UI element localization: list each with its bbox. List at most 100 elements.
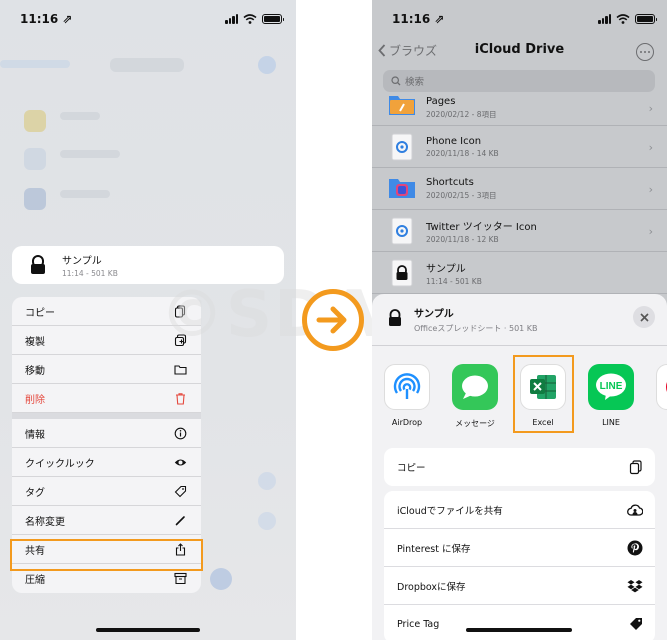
screenshot-frame: 11:16 ⇗ サンプル 11:14 - 501 KB コピー 複製 移動 削除… xyxy=(0,0,667,640)
home-indicator xyxy=(96,628,200,632)
status-time: 11:16 ⇗ xyxy=(20,12,73,26)
app-label: LINE xyxy=(602,418,620,427)
status-bar: 11:16 ⇗ xyxy=(392,10,657,28)
pinterest-icon xyxy=(656,364,667,410)
blurred-text xyxy=(60,112,100,120)
blurred-dot xyxy=(258,512,276,530)
action-pinterest[interactable]: Pinterest に保存 xyxy=(384,529,655,567)
share-app-airdrop[interactable]: AirDrop xyxy=(384,364,430,429)
share-app-excel[interactable]: Excel xyxy=(520,364,566,429)
copy-action[interactable]: コピー xyxy=(384,448,655,486)
search-placeholder: 検索 xyxy=(405,77,425,88)
signal-icon xyxy=(598,14,611,24)
page-title: iCloud Drive xyxy=(474,42,565,57)
svg-text:LINE: LINE xyxy=(600,381,623,392)
app-label: メッセージ xyxy=(455,419,495,428)
share-file-name: サンプル xyxy=(414,309,454,320)
line-icon: LINE xyxy=(588,364,634,410)
share-app-messages[interactable]: メッセージ xyxy=(452,364,498,429)
menu-item-info[interactable]: 情報 xyxy=(12,419,201,448)
battery-icon xyxy=(262,14,284,24)
info-icon xyxy=(174,427,187,439)
file-name: Phone Icon xyxy=(426,135,482,147)
share-sheet: サンプル Officeスプレッドシート · 501 KB AirDrop メッセ… xyxy=(372,294,667,640)
action-label: コピー xyxy=(397,463,426,474)
copy-icon xyxy=(629,459,642,474)
menu-item-share[interactable]: 共有 xyxy=(12,535,201,564)
pinterest-icon xyxy=(627,540,643,555)
blurred-icon xyxy=(24,148,46,170)
app-label: AirDrop xyxy=(391,418,423,427)
chevron-right-icon: › xyxy=(648,102,653,115)
more-button[interactable] xyxy=(636,43,654,61)
list-item[interactable]: Shortcuts 2020/02/15 - 3項目 › xyxy=(372,168,667,210)
close-icon xyxy=(639,312,649,322)
file-text: Shortcuts 2020/02/15 - 3項目 xyxy=(426,177,496,201)
menu-item-label: 複製 xyxy=(25,336,45,348)
tag-icon xyxy=(630,618,642,630)
wifi-icon xyxy=(616,14,630,24)
blurred-icon xyxy=(24,188,46,210)
home-indicator xyxy=(466,628,572,632)
app-label: Excel xyxy=(532,418,554,427)
image-file-icon xyxy=(388,217,416,245)
file-text: Twitter ツイッター Icon 2020/11/18 - 12 KB xyxy=(426,218,537,244)
share-icon xyxy=(175,542,186,556)
list-item[interactable]: Pages 2020/02/12 - 8項目 › xyxy=(372,96,667,126)
lock-icon xyxy=(388,308,402,331)
blurred-nav xyxy=(0,60,70,68)
signal-icon xyxy=(225,14,238,24)
file-text: Pages 2020/02/12 - 8項目 xyxy=(426,96,496,120)
action-price-tag[interactable]: Price Tag xyxy=(384,605,655,640)
share-actions-group: iCloudでファイルを共有 Pinterest に保存 Dropboxに保存 … xyxy=(384,491,655,640)
blurred-icon xyxy=(24,110,46,132)
menu-item-compress[interactable]: 圧縮 xyxy=(12,564,201,593)
lock-icon xyxy=(30,255,46,275)
file-name: Shortcuts xyxy=(426,176,474,188)
navigation-bar: ブラウズ iCloud Drive xyxy=(372,42,667,64)
search-field[interactable]: 検索 xyxy=(383,70,655,92)
arrow-right-icon xyxy=(302,289,364,351)
file-name: サンプル xyxy=(426,263,466,275)
menu-item-tag[interactable]: タグ xyxy=(12,477,201,506)
chevron-right-icon: › xyxy=(648,225,653,238)
close-button[interactable] xyxy=(633,306,655,328)
archive-icon xyxy=(174,572,187,585)
list-item[interactable]: Twitter ツイッター Icon 2020/11/18 - 12 KB › xyxy=(372,210,667,252)
messages-icon xyxy=(452,364,498,410)
right-phone-screen: 11:16 ⇗ ブラウズ iCloud Drive 検索 Pages 2020/… xyxy=(372,0,667,640)
airdrop-icon xyxy=(384,364,430,410)
file-meta: 2020/02/12 - 8項目 xyxy=(426,110,497,119)
preview-file-name: サンプル xyxy=(62,256,102,267)
app-label: P xyxy=(656,418,667,427)
menu-item-quicklook[interactable]: クイックルック xyxy=(12,448,201,477)
action-label: Price Tag xyxy=(397,618,440,630)
menu-item-label: クイックルック xyxy=(25,458,95,470)
preview-file-meta: 11:14 - 501 KB xyxy=(62,269,118,278)
share-app-line[interactable]: LINE LINE xyxy=(588,364,634,429)
menu-item-label: 情報 xyxy=(25,429,45,441)
menu-item-label: 削除 xyxy=(25,394,45,406)
list-item[interactable]: Phone Icon 2020/11/18 - 14 KB › xyxy=(372,126,667,168)
blurred-text xyxy=(60,150,120,158)
list-item[interactable]: サンプル 11:14 - 501 KB xyxy=(372,252,667,294)
menu-item-delete[interactable]: 削除 xyxy=(12,384,201,413)
preview-text: サンプル 11:14 - 501 KB xyxy=(62,252,118,278)
blurred-button xyxy=(258,56,276,74)
action-dropbox[interactable]: Dropboxに保存 xyxy=(384,567,655,605)
blurred-dot xyxy=(210,568,232,590)
action-label: Dropboxに保存 xyxy=(397,581,466,593)
action-icloud-share[interactable]: iCloudでファイルを共有 xyxy=(384,491,655,529)
copy-action-group: コピー xyxy=(384,448,655,486)
battery-icon xyxy=(635,14,657,24)
folder-icon xyxy=(174,364,187,375)
menu-item-move[interactable]: 移動 xyxy=(12,355,201,384)
chevron-right-icon: › xyxy=(648,183,653,196)
menu-item-label: 名称変更 xyxy=(25,516,65,528)
file-name: Twitter ツイッター Icon xyxy=(426,221,537,233)
share-app-pinterest[interactable]: P xyxy=(656,364,667,429)
status-time: 11:16 ⇗ xyxy=(392,12,445,26)
menu-item-label: タグ xyxy=(25,487,45,499)
share-sheet-header: サンプル Officeスプレッドシート · 501 KB xyxy=(372,294,667,346)
menu-item-rename[interactable]: 名称変更 xyxy=(12,506,201,535)
